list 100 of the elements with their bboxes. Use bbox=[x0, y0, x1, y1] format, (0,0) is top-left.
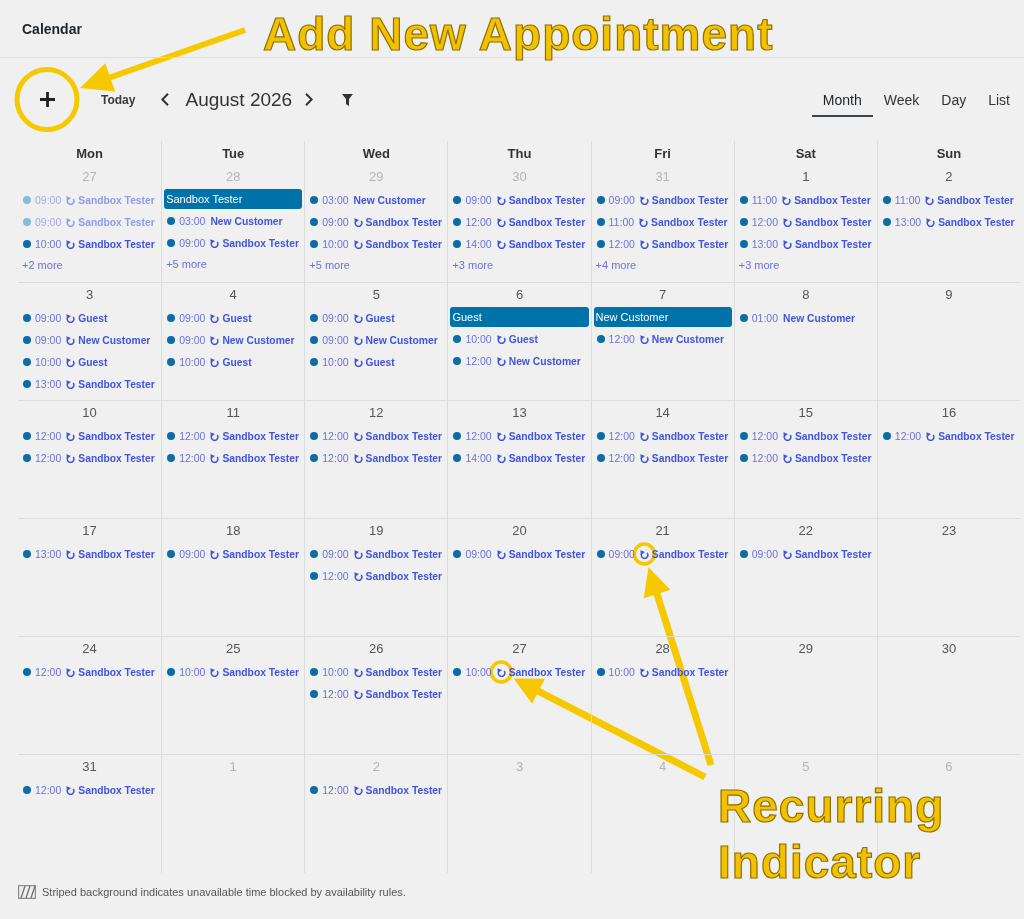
event-title[interactable]: New Customer bbox=[78, 334, 151, 346]
event-title[interactable]: Sandbox Tester bbox=[795, 452, 872, 464]
event-time: 14:00 bbox=[465, 238, 492, 250]
event-title[interactable]: Guest bbox=[508, 333, 538, 345]
view-tab[interactable]: Week bbox=[872, 82, 931, 117]
event-dot-icon bbox=[453, 432, 462, 440]
event-title[interactable]: New Customer bbox=[365, 334, 438, 346]
event-title[interactable]: Sandbox Tester bbox=[78, 452, 155, 464]
event-title[interactable]: New Customer bbox=[651, 333, 724, 345]
event-title[interactable]: New Customer bbox=[210, 215, 283, 227]
event-bar[interactable]: New Customer bbox=[593, 307, 732, 327]
event-title[interactable]: Sandbox Tester bbox=[222, 666, 299, 678]
event-title[interactable]: Guest bbox=[78, 356, 108, 368]
event-title[interactable]: Guest bbox=[222, 312, 252, 324]
event-title[interactable]: Sandbox Tester bbox=[651, 216, 728, 228]
event-title[interactable]: New Customer bbox=[222, 334, 295, 346]
event-dot-icon bbox=[453, 218, 462, 226]
event-title[interactable]: Sandbox Tester bbox=[365, 452, 443, 464]
event-title[interactable]: Sandbox Tester bbox=[365, 688, 443, 700]
event-dot-icon bbox=[596, 432, 605, 440]
event-title[interactable]: Guest bbox=[222, 356, 252, 368]
previous-button[interactable] bbox=[159, 91, 172, 108]
event-title[interactable]: Sandbox Tester bbox=[78, 430, 155, 442]
event-dot-icon bbox=[882, 218, 891, 226]
more-link[interactable]: +2 more bbox=[22, 257, 63, 273]
event-title[interactable]: Sandbox Tester bbox=[508, 194, 586, 206]
event-title[interactable]: Sandbox Tester bbox=[795, 548, 872, 560]
day-number: 28 bbox=[655, 641, 670, 657]
event-title[interactable]: Guest bbox=[365, 356, 395, 368]
event-dot-icon bbox=[167, 550, 176, 558]
event-dot-icon bbox=[310, 432, 319, 440]
more-link[interactable]: +3 more bbox=[452, 257, 494, 273]
event-title[interactable]: Sandbox Tester bbox=[651, 430, 729, 442]
weekday-header: Sat bbox=[795, 145, 816, 161]
day-number: 11 bbox=[226, 405, 240, 421]
next-button[interactable] bbox=[303, 91, 316, 108]
event-time: 09:00 bbox=[608, 194, 635, 206]
event-title[interactable]: Sandbox Tester bbox=[365, 238, 443, 250]
event-title[interactable]: Sandbox Tester bbox=[365, 548, 443, 560]
event-title[interactable]: New Customer bbox=[353, 194, 426, 206]
event-title[interactable]: Sandbox Tester bbox=[222, 548, 299, 560]
event-title[interactable]: Sandbox Tester bbox=[222, 430, 299, 442]
more-link[interactable]: +5 more bbox=[166, 256, 207, 272]
event-title[interactable]: Sandbox Tester bbox=[651, 194, 729, 206]
event-title[interactable]: Sandbox Tester bbox=[795, 238, 872, 250]
event-title[interactable]: Sandbox Tester bbox=[651, 452, 729, 464]
more-link[interactable]: +3 more bbox=[738, 257, 780, 273]
event-time: 09:00 bbox=[179, 237, 206, 249]
event-bar[interactable]: Sandbox Tester bbox=[164, 189, 303, 209]
event-title[interactable]: Sandbox Tester bbox=[508, 452, 586, 464]
event-title[interactable]: Sandbox Tester bbox=[365, 570, 443, 582]
more-link[interactable]: +4 more bbox=[595, 257, 637, 273]
event-title[interactable]: New Customer bbox=[508, 355, 581, 367]
event-bar[interactable]: Guest bbox=[450, 307, 589, 327]
view-tab[interactable]: List bbox=[977, 82, 1021, 117]
event-title[interactable]: Sandbox Tester bbox=[508, 548, 586, 560]
weekday-header: Sun bbox=[936, 145, 962, 161]
event-dot-icon bbox=[167, 432, 176, 440]
event-title[interactable]: Sandbox Tester bbox=[78, 378, 155, 390]
event-title[interactable]: Sandbox Tester bbox=[508, 216, 586, 228]
event-title[interactable]: Sandbox Tester bbox=[508, 238, 586, 250]
event-title[interactable]: Sandbox Tester bbox=[795, 430, 872, 442]
view-tab[interactable]: Day bbox=[930, 82, 978, 117]
event-title[interactable]: Sandbox Tester bbox=[78, 784, 155, 796]
event-title[interactable]: Sandbox Tester bbox=[365, 430, 443, 442]
event-title[interactable]: Sandbox Tester bbox=[937, 194, 1014, 206]
event-time: 12:00 bbox=[35, 784, 62, 796]
event-title[interactable]: Sandbox Tester bbox=[365, 784, 443, 796]
event-time: 12:00 bbox=[322, 452, 349, 464]
event-title[interactable]: Sandbox Tester bbox=[938, 430, 1015, 442]
event-title[interactable]: Sandbox Tester bbox=[78, 238, 155, 250]
event-title[interactable]: Sandbox Tester bbox=[365, 216, 443, 228]
event-title[interactable]: Sandbox Tester bbox=[795, 216, 872, 228]
event-title[interactable]: New Customer bbox=[783, 312, 856, 324]
event-title[interactable]: Sandbox Tester bbox=[78, 548, 155, 560]
event-title[interactable]: Sandbox Tester bbox=[651, 238, 729, 250]
event-time: 09:00 bbox=[322, 312, 349, 324]
event-title[interactable]: Sandbox Tester bbox=[365, 666, 443, 678]
event-time: 09:00 bbox=[179, 334, 206, 346]
event-title[interactable]: Sandbox Tester bbox=[938, 216, 1015, 228]
event-time: 09:00 bbox=[35, 194, 62, 206]
today-button[interactable]: Today bbox=[92, 88, 145, 111]
filter-button[interactable] bbox=[341, 91, 354, 108]
weekday-header: Thu bbox=[507, 145, 532, 161]
event-dot-icon bbox=[596, 196, 605, 204]
event-title[interactable]: Guest bbox=[365, 312, 395, 324]
event-title[interactable]: Sandbox Tester bbox=[222, 452, 299, 464]
event-title[interactable]: Guest bbox=[78, 312, 108, 324]
event-dot-icon bbox=[23, 786, 31, 794]
event-title[interactable]: Sandbox Tester bbox=[78, 666, 155, 678]
more-link[interactable]: +5 more bbox=[309, 257, 350, 273]
event-dot-icon bbox=[23, 380, 31, 388]
event-time: 12:00 bbox=[179, 452, 206, 464]
event-dot-icon bbox=[739, 454, 748, 462]
event-time: 03:00 bbox=[179, 215, 206, 227]
event-title[interactable]: Sandbox Tester bbox=[794, 194, 871, 206]
view-tab[interactable]: Month bbox=[811, 82, 873, 117]
event-title[interactable]: Sandbox Tester bbox=[222, 237, 299, 249]
event-title[interactable]: Sandbox Tester bbox=[508, 430, 586, 442]
event-time: 13:00 bbox=[894, 216, 922, 228]
